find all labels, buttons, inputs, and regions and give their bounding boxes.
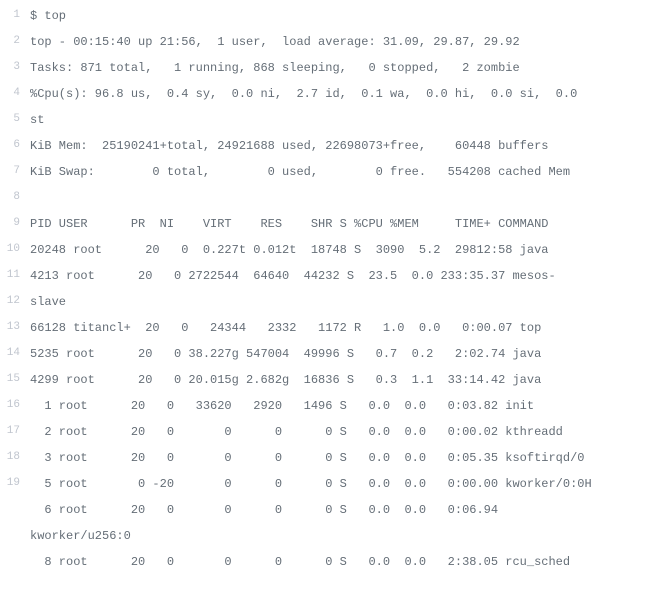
line-number: 2 bbox=[0, 33, 30, 50]
code-line: 6 root 20 0 0 0 0 S 0.0 0.0 0:06.94 bbox=[0, 498, 650, 524]
line-content: 3 root 20 0 0 0 0 S 0.0 0.0 0:05.35 ksof… bbox=[30, 449, 650, 467]
line-number: 14 bbox=[0, 345, 30, 362]
line-content: 5 root 0 -20 0 0 0 S 0.0 0.0 0:00.00 kwo… bbox=[30, 475, 650, 493]
line-number: 10 bbox=[0, 241, 30, 258]
line-number: 13 bbox=[0, 319, 30, 336]
line-content: $ top bbox=[30, 7, 650, 25]
code-line: 16 1 root 20 0 33620 2920 1496 S 0.0 0.0… bbox=[0, 394, 650, 420]
line-content: Tasks: 871 total, 1 running, 868 sleepin… bbox=[30, 59, 650, 77]
line-content: slave bbox=[30, 293, 650, 311]
line-content: kworker/u256:0 bbox=[30, 527, 650, 545]
line-number: 18 bbox=[0, 449, 30, 466]
code-line: 6KiB Mem: 25190241+total, 24921688 used,… bbox=[0, 134, 650, 160]
line-content: KiB Mem: 25190241+total, 24921688 used, … bbox=[30, 137, 650, 155]
line-content: 4299 root 20 0 20.015g 2.682g 16836 S 0.… bbox=[30, 371, 650, 389]
line-content: PID USER PR NI VIRT RES SHR S %CPU %MEM … bbox=[30, 215, 650, 233]
code-line: 1020248 root 20 0 0.227t 0.012t 18748 S … bbox=[0, 238, 650, 264]
code-line: 9PID USER PR NI VIRT RES SHR S %CPU %MEM… bbox=[0, 212, 650, 238]
line-content: top - 00:15:40 up 21:56, 1 user, load av… bbox=[30, 33, 650, 51]
line-content: 4213 root 20 0 2722544 64640 44232 S 23.… bbox=[30, 267, 650, 285]
line-number: 17 bbox=[0, 423, 30, 440]
line-number: 11 bbox=[0, 267, 30, 284]
line-number: 9 bbox=[0, 215, 30, 232]
line-content: 66128 titancl+ 20 0 24344 2332 1172 R 1.… bbox=[30, 319, 650, 337]
line-number: 3 bbox=[0, 59, 30, 76]
line-content: KiB Swap: 0 total, 0 used, 0 free. 55420… bbox=[30, 163, 650, 181]
line-content: 6 root 20 0 0 0 0 S 0.0 0.0 0:06.94 bbox=[30, 501, 650, 519]
line-number: 6 bbox=[0, 137, 30, 154]
code-line: 154299 root 20 0 20.015g 2.682g 16836 S … bbox=[0, 368, 650, 394]
line-number: 7 bbox=[0, 163, 30, 180]
code-line: 1$ top bbox=[0, 4, 650, 30]
line-content: 2 root 20 0 0 0 0 S 0.0 0.0 0:00.02 kthr… bbox=[30, 423, 650, 441]
code-line: kworker/u256:0 bbox=[0, 524, 650, 550]
line-content: 20248 root 20 0 0.227t 0.012t 18748 S 30… bbox=[30, 241, 650, 259]
code-line: 1366128 titancl+ 20 0 24344 2332 1172 R … bbox=[0, 316, 650, 342]
line-number: 15 bbox=[0, 371, 30, 388]
code-line: 4%Cpu(s): 96.8 us, 0.4 sy, 0.0 ni, 2.7 i… bbox=[0, 82, 650, 108]
code-block: 1$ top2top - 00:15:40 up 21:56, 1 user, … bbox=[0, 4, 650, 576]
line-number: 16 bbox=[0, 397, 30, 414]
line-content: 5235 root 20 0 38.227g 547004 49996 S 0.… bbox=[30, 345, 650, 363]
code-line: 17 2 root 20 0 0 0 0 S 0.0 0.0 0:00.02 k… bbox=[0, 420, 650, 446]
line-number: 8 bbox=[0, 189, 30, 206]
code-line: 8 root 20 0 0 0 0 S 0.0 0.0 2:38.05 rcu_… bbox=[0, 550, 650, 576]
line-number: 12 bbox=[0, 293, 30, 310]
code-line: 19 5 root 0 -20 0 0 0 S 0.0 0.0 0:00.00 … bbox=[0, 472, 650, 498]
code-line: 18 3 root 20 0 0 0 0 S 0.0 0.0 0:05.35 k… bbox=[0, 446, 650, 472]
line-number: 5 bbox=[0, 111, 30, 128]
code-line: 145235 root 20 0 38.227g 547004 49996 S … bbox=[0, 342, 650, 368]
code-line: 8 bbox=[0, 186, 650, 212]
line-number: 1 bbox=[0, 7, 30, 24]
code-line: 12slave bbox=[0, 290, 650, 316]
code-line: 5st bbox=[0, 108, 650, 134]
line-content: %Cpu(s): 96.8 us, 0.4 sy, 0.0 ni, 2.7 id… bbox=[30, 85, 650, 103]
code-line: 7KiB Swap: 0 total, 0 used, 0 free. 5542… bbox=[0, 160, 650, 186]
code-line: 3Tasks: 871 total, 1 running, 868 sleepi… bbox=[0, 56, 650, 82]
code-line: 114213 root 20 0 2722544 64640 44232 S 2… bbox=[0, 264, 650, 290]
line-number: 19 bbox=[0, 475, 30, 492]
line-content: 8 root 20 0 0 0 0 S 0.0 0.0 2:38.05 rcu_… bbox=[30, 553, 650, 571]
code-line: 2top - 00:15:40 up 21:56, 1 user, load a… bbox=[0, 30, 650, 56]
line-content: 1 root 20 0 33620 2920 1496 S 0.0 0.0 0:… bbox=[30, 397, 650, 415]
line-number: 4 bbox=[0, 85, 30, 102]
line-content: st bbox=[30, 111, 650, 129]
